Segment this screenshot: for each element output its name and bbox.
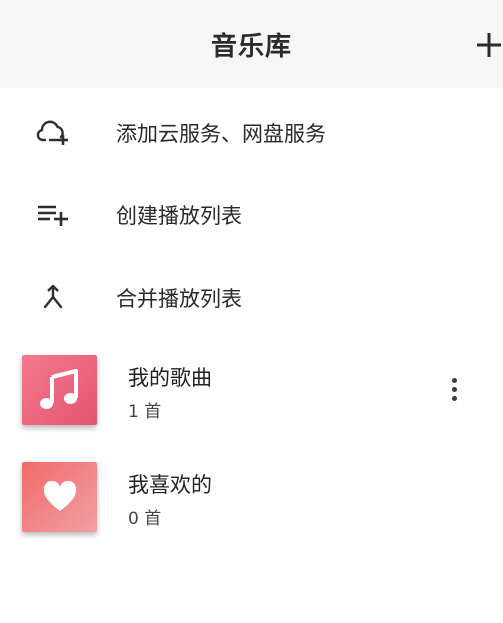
music-library-screen: 音乐库 添加云服务、网盘服务 创建播放列表 合并播放列表 我的歌曲 1 首 我喜… — [0, 0, 503, 623]
heart-icon — [43, 481, 77, 511]
music-note-icon — [40, 369, 78, 409]
playlist-song-count: 0 首 — [128, 509, 162, 529]
playlist-song-count: 1 首 — [128, 402, 162, 422]
playlist-item-favorites[interactable]: 我喜欢的 0 首 — [0, 462, 503, 542]
playlist-name: 我喜欢的 — [128, 473, 212, 497]
playlist-name: 我的歌曲 — [128, 366, 212, 390]
playlist-cover — [22, 462, 97, 532]
plus-icon — [477, 33, 501, 57]
add-button[interactable] — [473, 28, 503, 62]
more-options-button[interactable] — [444, 375, 464, 405]
merge-playlist-item[interactable]: 合并播放列表 — [0, 265, 503, 329]
more-vert-icon — [452, 378, 457, 383]
merge-playlist-label: 合并播放列表 — [116, 287, 242, 311]
add-cloud-service-item[interactable]: 添加云服务、网盘服务 — [0, 100, 503, 164]
cloud-add-icon — [36, 118, 70, 146]
create-playlist-label: 创建播放列表 — [116, 204, 242, 228]
top-bar: 音乐库 — [0, 0, 503, 88]
playlist-add-icon — [36, 200, 70, 228]
page-title: 音乐库 — [210, 32, 292, 62]
playlist-item-my-songs[interactable]: 我的歌曲 1 首 — [0, 355, 503, 435]
create-playlist-item[interactable]: 创建播放列表 — [0, 182, 503, 246]
add-cloud-service-label: 添加云服务、网盘服务 — [116, 122, 326, 146]
merge-icon — [36, 283, 70, 311]
playlist-cover — [22, 355, 97, 425]
